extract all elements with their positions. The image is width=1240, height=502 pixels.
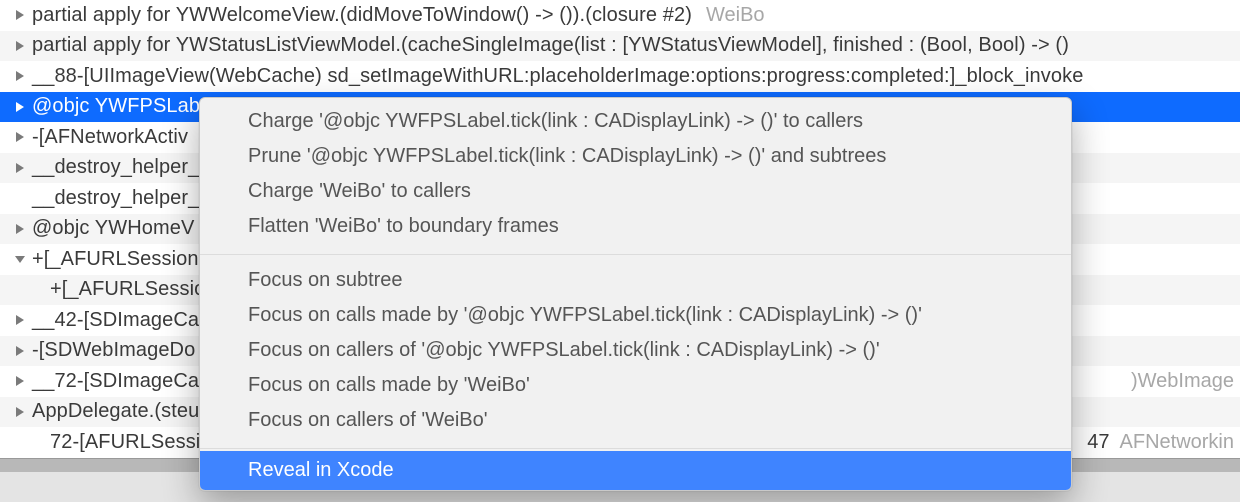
disclosure-triangle-icon[interactable] xyxy=(14,223,26,235)
disclosure-triangle-icon[interactable] xyxy=(14,162,26,174)
context-menu-section: Charge '@objc YWFPSLabel.tick(link : CAD… xyxy=(200,98,1071,252)
symbol-name-label: __72-[SDImageCa xyxy=(32,370,199,393)
context-menu-item[interactable]: Flatten 'WeiBo' to boundary frames xyxy=(200,209,1071,244)
context-menu-item[interactable]: Focus on calls made by 'WeiBo' xyxy=(200,368,1071,403)
call-tree-row[interactable]: partial apply for YWStatusListViewModel.… xyxy=(0,31,1240,62)
disclosure-triangle-icon[interactable] xyxy=(14,131,26,143)
symbol-name-label: @objc YWFPSLab xyxy=(32,95,200,118)
context-menu-item[interactable]: Reveal in Xcode xyxy=(200,451,1071,490)
symbol-name-label: partial apply for YWWelcomeView.(didMove… xyxy=(32,4,692,27)
context-menu-item[interactable]: Focus on callers of '@objc YWFPSLabel.ti… xyxy=(200,333,1071,368)
context-menu-section: Focus on subtreeFocus on calls made by '… xyxy=(200,257,1071,446)
symbol-name-label: +[_AFURLSession xyxy=(50,278,217,301)
context-menu-divider xyxy=(200,254,1071,255)
context-menu-item[interactable]: Focus on subtree xyxy=(200,263,1071,298)
disclosure-triangle-icon[interactable] xyxy=(14,9,26,21)
context-menu-divider xyxy=(200,448,1071,449)
disclosure-triangle-icon[interactable] xyxy=(14,70,26,82)
disclosure-triangle-icon[interactable] xyxy=(14,40,26,52)
symbol-name-label: @objc YWHomeV xyxy=(32,217,194,240)
symbol-name-label: +[_AFURLSessionT xyxy=(32,248,211,271)
trailing-number: 47 xyxy=(1087,431,1109,454)
context-menu-item[interactable]: Charge 'WeiBo' to callers xyxy=(200,174,1071,209)
trailing-library-label: AFNetworkin xyxy=(1120,431,1234,454)
symbol-name-label: __destroy_helper_ xyxy=(32,187,199,210)
symbol-name-label: __destroy_helper_ xyxy=(32,156,199,179)
disclosure-triangle-icon[interactable] xyxy=(14,253,26,265)
symbol-name-label: partial apply for YWStatusListViewModel.… xyxy=(32,34,1069,57)
context-menu-section: Reveal in Xcode xyxy=(200,451,1071,490)
trailing-info: 47 AFNetworkin xyxy=(1087,431,1234,454)
binary-name-label: WeiBo xyxy=(706,4,765,27)
symbol-name-label: AppDelegate.(steu xyxy=(32,400,199,423)
symbol-name-label: -[AFNetworkActiv xyxy=(32,126,188,149)
trailing-info: )WebImage xyxy=(1131,370,1234,393)
context-menu-item[interactable]: Prune '@objc YWFPSLabel.tick(link : CADi… xyxy=(200,139,1071,174)
symbol-name-label: 72-[AFURLSessio xyxy=(50,431,212,454)
context-menu: Charge '@objc YWFPSLabel.tick(link : CAD… xyxy=(199,97,1072,491)
context-menu-item[interactable]: Focus on callers of 'WeiBo' xyxy=(200,403,1071,438)
symbol-name-label: __88-[UIImageView(WebCache) sd_setImageW… xyxy=(32,65,1083,88)
context-menu-item[interactable]: Focus on calls made by '@objc YWFPSLabel… xyxy=(200,298,1071,333)
trailing-library-label: )WebImage xyxy=(1131,370,1234,393)
disclosure-triangle-icon[interactable] xyxy=(14,314,26,326)
symbol-name-label: -[SDWebImageDo xyxy=(32,339,195,362)
call-tree-row[interactable]: __88-[UIImageView(WebCache) sd_setImageW… xyxy=(0,61,1240,92)
disclosure-triangle-icon[interactable] xyxy=(14,345,26,357)
disclosure-triangle-icon[interactable] xyxy=(14,101,26,113)
context-menu-item[interactable]: Charge '@objc YWFPSLabel.tick(link : CAD… xyxy=(200,104,1071,139)
disclosure-triangle-icon[interactable] xyxy=(14,406,26,418)
disclosure-triangle-icon[interactable] xyxy=(14,375,26,387)
symbol-name-label: __42-[SDImageCac xyxy=(32,309,209,332)
call-tree-row[interactable]: partial apply for YWWelcomeView.(didMove… xyxy=(0,0,1240,31)
